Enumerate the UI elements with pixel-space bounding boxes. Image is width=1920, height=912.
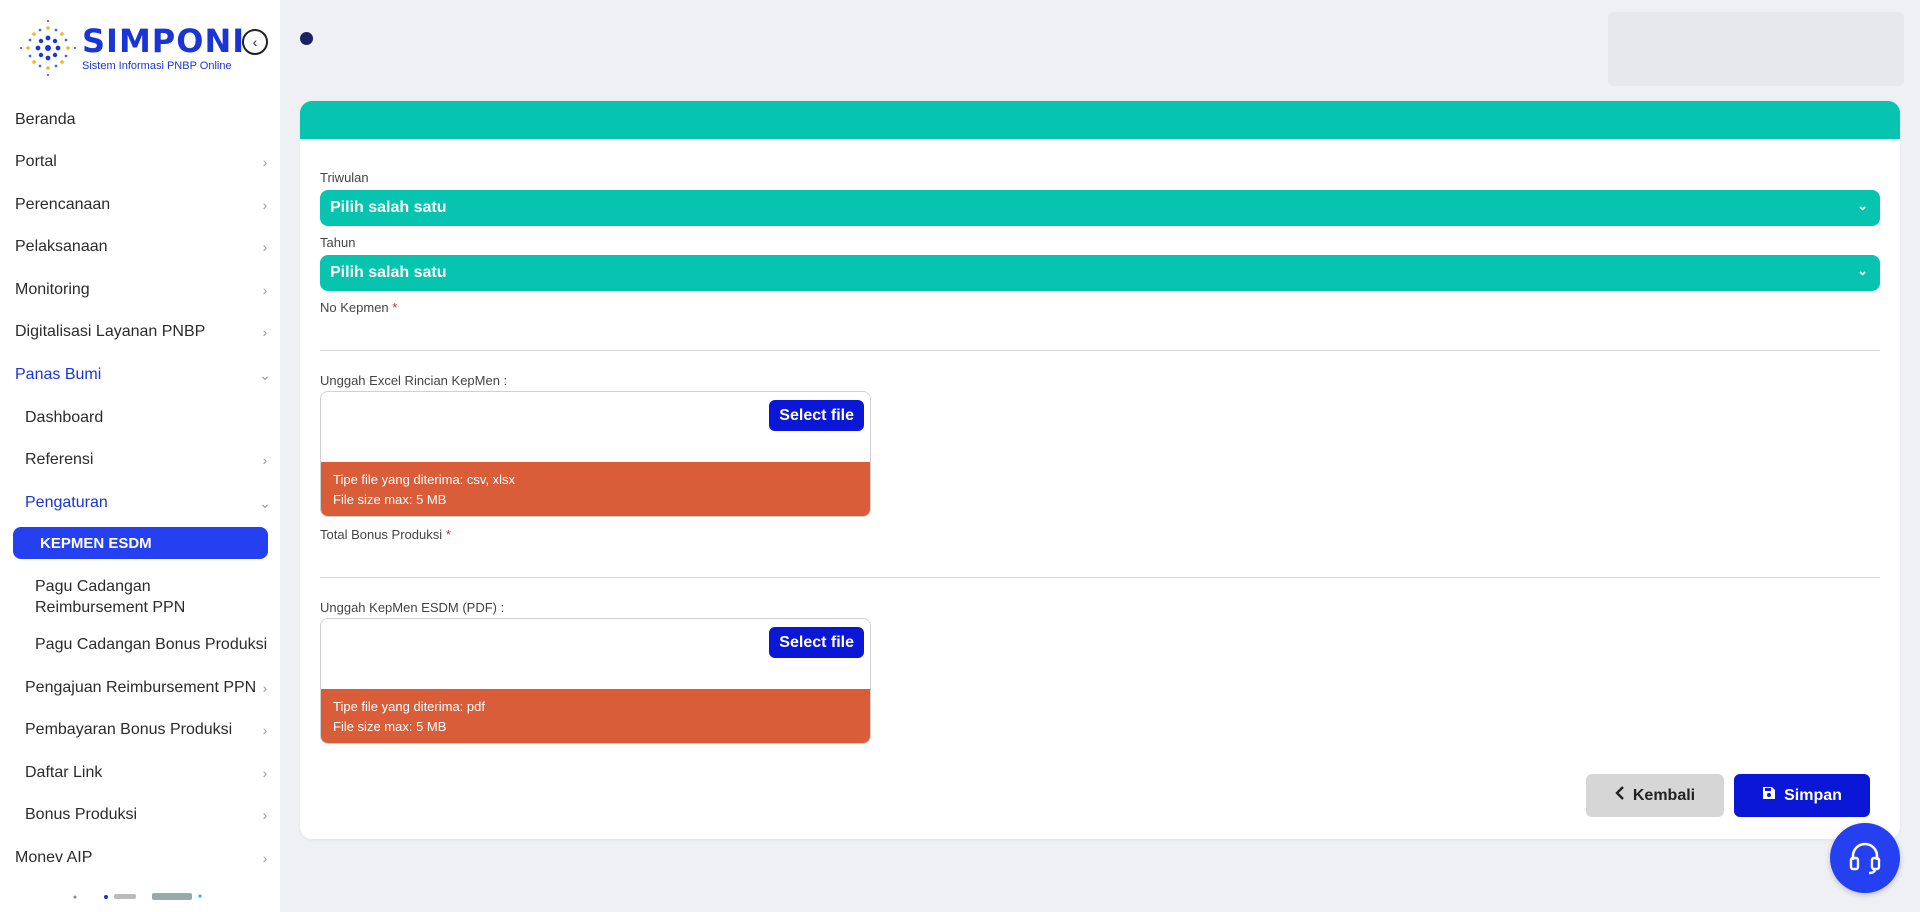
chevron-down-icon: ⌄ xyxy=(1857,198,1868,213)
sidebar-item-digitalisasi[interactable]: Digitalisasi Layanan PNBP › xyxy=(0,312,280,352)
sidebar-item-label: Pagu Cadangan Reimbursement PPN xyxy=(35,578,186,616)
total-bonus-input[interactable] xyxy=(320,546,1880,578)
sidebar-item-label: KEPMEN ESDM xyxy=(40,534,152,552)
upload-excel-label: Unggah Excel Rincian KepMen : xyxy=(320,373,508,388)
total-bonus-label-text: Total Bonus Produksi xyxy=(320,527,443,542)
chevron-right-icon: › xyxy=(262,324,268,340)
select-file-pdf-button[interactable]: Select file xyxy=(769,627,864,658)
sidebar-item-label: Referensi xyxy=(25,451,94,468)
sidebar-item-label: Pengaturan xyxy=(25,494,108,511)
sidebar-item-label: Daftar Link xyxy=(25,764,103,781)
helpdesk-headset-icon[interactable] xyxy=(1830,823,1900,893)
no-kepmen-label-text: No Kepmen xyxy=(320,300,389,315)
chevron-right-icon: › xyxy=(262,722,268,738)
sidebar-item-label: Pelaksanaan xyxy=(15,238,108,255)
sidebar-item-portal[interactable]: Portal › xyxy=(0,142,280,182)
sidebar-item-pembayaran-bonus[interactable]: Pembayaran Bonus Produksi › xyxy=(0,710,280,750)
sidebar-item-label: Pengajuan Reimbursement PPN xyxy=(25,679,257,696)
collapse-sidebar-icon[interactable]: ‹ xyxy=(242,29,268,55)
chevron-down-icon: ⌄ xyxy=(1857,263,1868,278)
sidebar-item-label: Monitoring xyxy=(15,281,90,298)
sidebar-item-kepmen-esdm[interactable]: KEPMEN ESDM xyxy=(13,527,268,559)
upload-pdf-size-text: File size max: 5 MB xyxy=(333,719,447,734)
tahun-select[interactable]: Pilih salah satu ⌄ xyxy=(320,255,1880,291)
upload-excel-dropzone[interactable]: Select file Tipe file yang diterima: csv… xyxy=(320,391,871,517)
no-kepmen-label: No Kepmen * xyxy=(320,300,397,315)
sidebar-item-monev-aip[interactable]: Monev AIP › xyxy=(0,838,280,878)
upload-pdf-dropzone[interactable]: Select file Tipe file yang diterima: pdf… xyxy=(320,618,871,744)
card-header xyxy=(300,101,1900,139)
tahun-label: Tahun xyxy=(320,235,356,250)
simponi-logo-icon xyxy=(18,18,78,78)
chevron-right-icon: › xyxy=(262,680,268,696)
upload-pdf-drop-area[interactable]: Select file xyxy=(321,619,870,689)
triwulan-label: Triwulan xyxy=(320,170,369,185)
sidebar-item-pagu-reimbursement[interactable]: Pagu Cadangan Reimbursement PPN xyxy=(0,572,280,618)
sidebar-item-label: Panas Bumi xyxy=(15,366,102,383)
chevron-right-icon: › xyxy=(262,452,268,468)
back-button-label: Kembali xyxy=(1632,786,1696,804)
chevron-right-icon: › xyxy=(262,197,268,213)
sidebar-item-perencanaan[interactable]: Perencanaan › xyxy=(0,185,280,225)
chevron-down-icon: ⌄ xyxy=(259,494,271,511)
sidebar-item-label: Perencanaan xyxy=(15,196,111,213)
chevron-right-icon: › xyxy=(262,850,268,866)
sidebar: SIMPONI Sistem Informasi PNBP Online ‹ B… xyxy=(0,0,280,912)
upload-excel-size-text: File size max: 5 MB xyxy=(333,492,447,507)
chevron-right-icon: › xyxy=(262,154,268,170)
required-marker: * xyxy=(445,527,451,542)
brand-subtitle: Sistem Informasi PNBP Online xyxy=(82,59,232,72)
sidebar-item-label: Pembayaran Bonus Produksi xyxy=(25,721,233,738)
footer-decoration-icon xyxy=(70,890,220,904)
brand-logo[interactable]: SIMPONI Sistem Informasi PNBP Online xyxy=(18,18,245,78)
back-button[interactable]: Kembali xyxy=(1586,774,1724,817)
triwulan-select-value: Pilih salah satu xyxy=(330,199,447,216)
upload-pdf-type-text: Tipe file yang diterima: pdf xyxy=(333,699,485,714)
status-dot xyxy=(300,32,313,45)
sidebar-item-label: Bonus Produksi xyxy=(25,806,138,823)
sidebar-item-daftar-link[interactable]: Daftar Link › xyxy=(0,753,280,793)
upload-excel-drop-area[interactable]: Select file xyxy=(321,392,870,462)
upload-pdf-info: Tipe file yang diterima: pdf File size m… xyxy=(321,689,870,743)
brand-title: SIMPONI xyxy=(82,21,246,60)
sidebar-item-bonus-produksi[interactable]: Bonus Produksi › xyxy=(0,795,280,835)
sidebar-item-pengaturan[interactable]: Pengaturan ⌄ xyxy=(0,483,280,523)
form-card: Triwulan Pilih salah satu ⌄ Tahun Pilih … xyxy=(300,101,1900,839)
sidebar-item-referensi[interactable]: Referensi › xyxy=(0,440,280,480)
sidebar-item-pelaksanaan[interactable]: Pelaksanaan › xyxy=(0,227,280,267)
chevron-right-icon: › xyxy=(262,239,268,255)
tahun-select-value: Pilih salah satu xyxy=(330,264,447,281)
sidebar-item-beranda[interactable]: Beranda xyxy=(0,100,280,140)
sidebar-item-label: Pagu Cadangan Bonus Produksi xyxy=(35,636,268,653)
required-marker: * xyxy=(392,300,398,315)
chevron-left-icon xyxy=(1615,786,1625,805)
sidebar-item-panas-bumi[interactable]: Panas Bumi ⌄ xyxy=(0,355,280,395)
chevron-down-icon: ⌄ xyxy=(259,366,271,383)
sidebar-item-dashboard[interactable]: Dashboard xyxy=(0,398,280,438)
sidebar-item-label: Portal xyxy=(15,153,57,170)
chevron-right-icon: › xyxy=(262,807,268,823)
total-bonus-label: Total Bonus Produksi * xyxy=(320,527,451,542)
save-button[interactable]: Simpan xyxy=(1734,774,1870,817)
sidebar-item-label: Digitalisasi Layanan PNBP xyxy=(15,323,206,340)
upload-pdf-label: Unggah KepMen ESDM (PDF) : xyxy=(320,600,505,615)
sidebar-item-label: Dashboard xyxy=(25,409,104,426)
sidebar-item-label: Beranda xyxy=(15,111,76,128)
upload-excel-info: Tipe file yang diterima: csv, xlsx File … xyxy=(321,462,870,516)
save-icon xyxy=(1762,786,1776,805)
user-profile-area[interactable] xyxy=(1608,12,1904,86)
triwulan-select[interactable]: Pilih salah satu ⌄ xyxy=(320,190,1880,226)
sidebar-item-label: Monev AIP xyxy=(15,849,93,866)
select-file-excel-button[interactable]: Select file xyxy=(769,400,864,431)
sidebar-item-pagu-bonus[interactable]: Pagu Cadangan Bonus Produksi xyxy=(0,625,280,665)
chevron-right-icon: › xyxy=(262,282,268,298)
sidebar-item-pengajuan-reimbursement[interactable]: Pengajuan Reimbursement PPN › xyxy=(0,668,280,708)
sidebar-item-monitoring[interactable]: Monitoring › xyxy=(0,270,280,310)
upload-excel-type-text: Tipe file yang diterima: csv, xlsx xyxy=(333,472,516,487)
save-button-label: Simpan xyxy=(1784,786,1842,804)
no-kepmen-input[interactable] xyxy=(320,319,1880,351)
chevron-right-icon: › xyxy=(262,765,268,781)
